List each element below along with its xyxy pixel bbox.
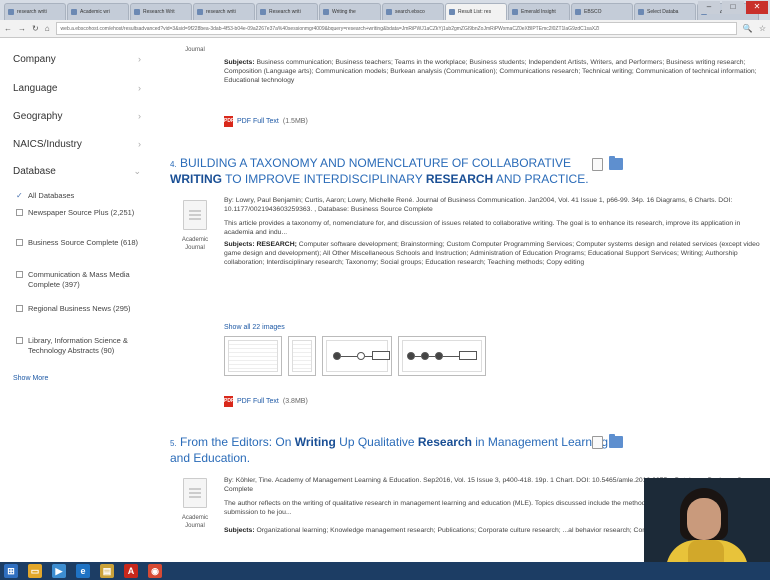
- pdf-icon: PDF: [224, 396, 234, 407]
- result-tools: [592, 156, 623, 171]
- checkmark-icon[interactable]: ✓: [16, 192, 23, 200]
- browser-tab[interactable]: Select Databa: [634, 3, 696, 20]
- database-option-business-source-complete[interactable]: Business Source Complete (618): [16, 238, 144, 248]
- address-bar: ← → ↻ ⌂ web.a.ebscohost.com/ehost/result…: [0, 20, 770, 38]
- image-thumbnail[interactable]: [322, 336, 392, 376]
- diagram-node: [421, 352, 429, 360]
- taskbar: ⊞ ▭ ▶ e ▤ A ◉: [0, 562, 770, 580]
- browser-tab[interactable]: Research Writ: [130, 3, 192, 20]
- browser-tab[interactable]: research writi: [193, 3, 255, 20]
- window-controls: – □ ✕: [698, 1, 768, 14]
- result-tools: [592, 434, 623, 449]
- preview-icon[interactable]: [592, 436, 603, 449]
- result-abstract: This article provides a taxonomy of, nom…: [224, 220, 741, 236]
- checkbox[interactable]: [16, 305, 23, 312]
- diagram-node: [333, 352, 341, 360]
- browser-tab[interactable]: Emerald Insight: [508, 3, 570, 20]
- diagram-node: [357, 352, 365, 360]
- publication-type: Academic Journal: [181, 237, 209, 251]
- reload-icon[interactable]: ↻: [32, 24, 39, 33]
- result-title[interactable]: 5. From the Editors: On Writing Up Quali…: [170, 435, 630, 466]
- diagram-edge: [443, 356, 459, 357]
- maximize-icon[interactable]: □: [722, 1, 744, 14]
- minimize-icon[interactable]: –: [698, 1, 720, 14]
- preview-icon[interactable]: [592, 158, 603, 171]
- diagram-node: [435, 352, 443, 360]
- checkbox[interactable]: [16, 209, 23, 216]
- document-icon: [183, 478, 207, 508]
- show-more-link[interactable]: Show More: [13, 375, 48, 382]
- checkbox[interactable]: [16, 239, 23, 246]
- checkbox[interactable]: [16, 271, 23, 278]
- pdf-icon[interactable]: A: [124, 564, 138, 578]
- browser-tabstrip: research writi Academic wri Research Wri…: [0, 0, 770, 20]
- star-icon[interactable]: ☆: [759, 24, 766, 33]
- database-option-lista[interactable]: Library, Information Science & Technolog…: [16, 336, 144, 356]
- forward-icon[interactable]: →: [18, 24, 26, 33]
- browser-tab[interactable]: Writing the: [319, 3, 381, 20]
- explorer-icon[interactable]: ▭: [28, 564, 42, 578]
- browser-tab-active[interactable]: Result List: res: [445, 3, 507, 20]
- show-all-images-link[interactable]: Show all 22 images: [224, 324, 285, 331]
- close-icon[interactable]: ✕: [746, 1, 768, 14]
- home-icon[interactable]: ⌂: [45, 24, 50, 33]
- pdf-icon: PDF: [224, 116, 234, 127]
- start-icon[interactable]: ⊞: [4, 564, 18, 578]
- pdf-full-text-link[interactable]: PDF PDF Full Text (1.5MB): [224, 116, 308, 127]
- database-option-newspaper-source-plus[interactable]: Newspaper Source Plus (2,251): [16, 208, 144, 218]
- result-citation: By: Lowry, Paul Benjamin; Curtis, Aaron;…: [224, 197, 733, 213]
- browser-tab[interactable]: Research writi: [256, 3, 318, 20]
- zoom-icon[interactable]: 🔍: [743, 24, 753, 33]
- result-title[interactable]: 4. BUILDING A TAXONOMY AND NOMENCLATURE …: [170, 156, 650, 187]
- database-option-regional-business-news[interactable]: Regional Business News (295): [16, 304, 144, 314]
- checkbox[interactable]: [16, 337, 23, 344]
- diagram-node: [407, 352, 415, 360]
- document-icon: [183, 200, 207, 230]
- chevron-right-icon: ›: [138, 139, 141, 149]
- chevron-down-icon: ⌄: [133, 166, 141, 176]
- result-subjects: Subjects: Business communication; Busine…: [224, 59, 757, 84]
- facet-database[interactable]: Database ⌄: [13, 166, 141, 177]
- database-option-all[interactable]: ✓ All Databases: [16, 191, 144, 201]
- diagram-box: [459, 351, 477, 360]
- pdf-full-text-link[interactable]: PDF PDF Full Text (3.8MB): [224, 396, 308, 407]
- chrome-icon[interactable]: ◉: [148, 564, 162, 578]
- image-thumbnail[interactable]: [288, 336, 316, 376]
- ie-icon[interactable]: e: [76, 564, 90, 578]
- url-field[interactable]: web.a.ebscohost.com/ehost/resultsadvance…: [55, 22, 737, 35]
- refine-sidebar: Company › Language › Geography › NAICS/Indu…: [0, 38, 152, 562]
- browser-tab[interactable]: search.ebsco: [382, 3, 444, 20]
- facet-geography[interactable]: Geography ›: [13, 111, 141, 122]
- database-option-communication-mass-media[interactable]: Communication & Mass Media Complete (397…: [16, 270, 144, 290]
- chevron-right-icon: ›: [138, 54, 141, 64]
- presenter-face: [687, 498, 721, 540]
- files-icon[interactable]: ▤: [100, 564, 114, 578]
- result-subjects: Subjects: RESEARCH; Computer software de…: [224, 241, 760, 266]
- browser-tab[interactable]: EBSCO: [571, 3, 633, 20]
- facet-language[interactable]: Language ›: [13, 83, 141, 94]
- browser-tab[interactable]: research writi: [4, 3, 66, 20]
- facet-company[interactable]: Company ›: [13, 54, 141, 65]
- image-thumbnail[interactable]: [398, 336, 486, 376]
- folder-icon[interactable]: [609, 156, 623, 170]
- image-thumbnail[interactable]: [224, 336, 282, 376]
- folder-icon[interactable]: [609, 434, 623, 448]
- publication-type: Academic Journal: [181, 515, 209, 529]
- publication-type: Journal: [185, 47, 205, 53]
- chevron-right-icon: ›: [138, 111, 141, 121]
- chevron-right-icon: ›: [138, 83, 141, 93]
- browser-tab[interactable]: Academic wri: [67, 3, 129, 20]
- back-icon[interactable]: ←: [4, 24, 12, 33]
- media-icon[interactable]: ▶: [52, 564, 66, 578]
- facet-naics-industry[interactable]: NAICS/Industry ›: [13, 139, 141, 150]
- diagram-edge: [341, 356, 357, 357]
- diagram-box: [372, 351, 390, 360]
